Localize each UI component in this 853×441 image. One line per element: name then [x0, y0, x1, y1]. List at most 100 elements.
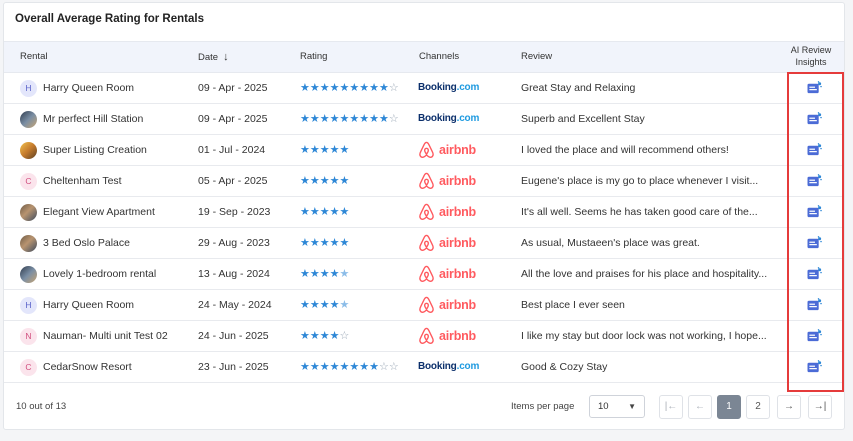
rental-name[interactable]: Super Listing Creation — [43, 135, 147, 165]
star-icon: ★ — [359, 81, 370, 94]
star-icon: ★ — [319, 236, 330, 249]
table-row[interactable]: H Harry Queen Room 09 - Apr - 2025 ★ ★ ★ ★ ★ ★ ★ ★… — [4, 73, 844, 104]
rating-stars: ★ ★ ★ ★ ★ — [300, 267, 350, 280]
avatar: H — [20, 296, 37, 314]
review-cell: It's all well. Seems he has taken good c… — [521, 206, 758, 218]
table-row[interactable]: Mr perfect Hill Station 09 - Apr - 2025 ★ ★… — [4, 104, 844, 135]
ai-insights-icon[interactable] — [804, 166, 824, 196]
review-cell: I loved the place and will recommend oth… — [521, 144, 729, 156]
ai-insights-icon[interactable] — [804, 352, 824, 382]
star-icon: ★ — [309, 298, 320, 311]
items-per-page-value: 10 — [598, 401, 609, 412]
airbnb-wordmark: airbnb — [439, 205, 476, 219]
star-icon: ★ — [339, 143, 350, 156]
rental-name[interactable]: Elegant View Apartment — [43, 197, 155, 227]
rental-name[interactable]: 3 Bed Oslo Palace — [43, 228, 130, 258]
rental-name[interactable]: Harry Queen Room — [43, 290, 134, 320]
review-cell: Best place I ever seen — [521, 299, 625, 311]
airbnb-wordmark: airbnb — [439, 298, 476, 312]
star-icon: ★ — [339, 267, 350, 280]
items-per-page-select[interactable]: 10 ▼ — [589, 395, 645, 418]
rating-stars: ★ ★ ★ ★ ★ ★ ★ ★ ★ ☆ — [300, 81, 399, 94]
table-row[interactable]: H Harry Queen Room 24 - May - 2024 ★ ★ ★ ★ ★ air… — [4, 290, 844, 321]
channel-cell: airbnb — [418, 259, 518, 289]
col-rental: Rental — [20, 51, 48, 62]
star-icon: ★ — [309, 360, 320, 373]
table-row[interactable]: Lovely 1-bedroom rental 13 - Aug - 2024 ★ ★… — [4, 259, 844, 290]
ai-insights-icon[interactable] — [804, 259, 824, 289]
avatar — [20, 234, 37, 252]
sort-down-icon[interactable]: ↓ — [223, 42, 229, 72]
rating-stars: ★ ★ ★ ★ ☆ — [300, 329, 349, 342]
star-icon: ★ — [300, 143, 310, 156]
star-icon: ★ — [339, 298, 350, 311]
avatar — [20, 203, 37, 221]
channel-cell: airbnb — [418, 321, 518, 351]
ai-insights-icon[interactable] — [804, 290, 824, 320]
ai-insights-icon[interactable] — [804, 228, 824, 258]
rental-name[interactable]: CedarSnow Resort — [43, 352, 132, 382]
rental-name[interactable]: Lovely 1-bedroom rental — [43, 259, 156, 289]
ai-insights-icon[interactable] — [804, 104, 824, 134]
ai-insights-icon[interactable] — [804, 135, 824, 165]
col-ai-insights: AI Review Insights — [774, 44, 848, 68]
caret-down-icon: ▼ — [628, 402, 636, 411]
star-icon: ★ — [319, 174, 330, 187]
star-icon: ★ — [329, 329, 340, 342]
date-cell: 05 - Apr - 2025 — [198, 175, 268, 187]
ratings-card: Overall Average Rating for Rentals Renta… — [3, 2, 845, 430]
review-cell: All the love and praises for his place a… — [521, 268, 768, 280]
avatar — [20, 265, 37, 283]
review-cell: Superb and Excellent Stay — [521, 113, 645, 125]
airbnb-wordmark: airbnb — [439, 329, 476, 343]
star-icon: ☆ — [388, 112, 399, 125]
review-cell: Great Stay and Relaxing — [521, 82, 636, 94]
table-row[interactable]: Elegant View Apartment 19 - Sep - 2023 ★ ★ ★… — [4, 197, 844, 228]
table-row[interactable]: N Nauman- Multi unit Test 02 24 - Jun - 20… — [4, 321, 844, 352]
col-rating: Rating — [300, 51, 328, 62]
star-icon: ★ — [319, 81, 330, 94]
star-icon: ★ — [300, 267, 310, 280]
avatar — [20, 110, 37, 128]
rating-cell: ★ ★ ★ ★ ★ — [300, 135, 418, 165]
col-date[interactable]: Date ↓ — [198, 42, 229, 72]
airbnb-logo: airbnb — [418, 135, 476, 165]
ai-insights-icon[interactable] — [804, 321, 824, 351]
airbnb-logo-icon — [419, 203, 434, 220]
star-icon: ★ — [319, 143, 330, 156]
prev-page-button[interactable]: ← — [688, 395, 712, 419]
star-icon: ☆ — [388, 81, 399, 94]
star-icon: ★ — [329, 174, 340, 187]
rental-name[interactable]: Mr perfect Hill Station — [43, 104, 143, 134]
star-icon: ★ — [339, 236, 350, 249]
table-row[interactable]: C Cheltenham Test 05 - Apr - 2025 ★ ★ ★ ★ ★ airb… — [4, 166, 844, 197]
star-icon: ★ — [339, 360, 350, 373]
channel-cell: Booking.com — [418, 352, 518, 382]
table-row[interactable]: 3 Bed Oslo Palace 29 - Aug - 2023 ★ ★ ★ ★ ★ air… — [4, 228, 844, 259]
date-cell: 09 - Apr - 2025 — [198, 82, 268, 94]
star-icon: ★ — [339, 205, 350, 218]
channel-cell: airbnb — [418, 228, 518, 258]
next-page-button[interactable]: → — [777, 395, 801, 419]
rental-cell: 3 Bed Oslo Palace — [20, 228, 200, 258]
table-row[interactable]: Super Listing Creation 01 - Jul - 2024 ★ ★ ★… — [4, 135, 844, 166]
page-button-2[interactable]: 2 — [746, 395, 770, 419]
airbnb-logo-icon — [419, 265, 434, 282]
page-button-1[interactable]: 1 — [717, 395, 741, 419]
rental-name[interactable]: Nauman- Multi unit Test 02 — [43, 321, 168, 351]
rental-name[interactable]: Cheltenham Test — [43, 166, 122, 196]
ai-insights-icon[interactable] — [804, 197, 824, 227]
review-cell: Eugene's place is my go to place wheneve… — [521, 175, 759, 187]
airbnb-logo: airbnb — [418, 228, 476, 258]
ai-insights-icon[interactable] — [804, 73, 824, 103]
rental-name[interactable]: Harry Queen Room — [43, 73, 134, 103]
last-page-button[interactable]: →| — [808, 395, 832, 419]
first-page-button[interactable]: |← — [659, 395, 683, 419]
star-icon: ★ — [300, 174, 310, 187]
star-icon: ★ — [319, 112, 330, 125]
star-icon: ☆ — [379, 360, 389, 373]
table-row[interactable]: C CedarSnow Resort 23 - Jun - 2025 ★ ★ ★ ★ ★ ★ ★ ★… — [4, 352, 844, 383]
rating-cell: ★ ★ ★ ★ ★ — [300, 197, 418, 227]
rating-cell: ★ ★ ★ ★ ★ ★ ★ ★ ★ ☆ — [300, 104, 418, 134]
star-icon: ★ — [379, 81, 389, 94]
